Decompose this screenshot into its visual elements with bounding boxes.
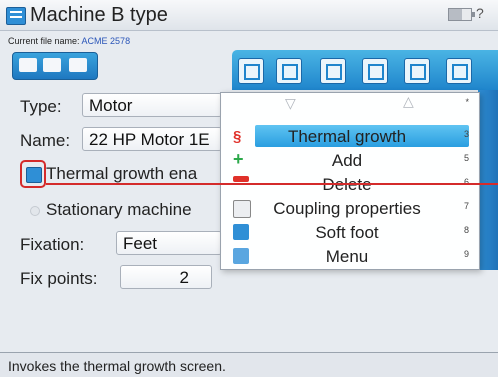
- menu-item-label: Add: [331, 151, 363, 170]
- stationary-label: Stationary machine: [46, 200, 192, 219]
- window-title: Machine B type: [30, 4, 168, 26]
- machine-select-icon[interactable]: [19, 58, 37, 72]
- application-window: Machine B type ? Current file name: ACME…: [0, 0, 498, 377]
- toolbar-results-icon[interactable]: [362, 58, 388, 84]
- menu-item-key: 3: [463, 129, 469, 139]
- menu-item-menu[interactable]: Menu 9: [221, 245, 477, 269]
- stationary-radio[interactable]: [30, 206, 40, 216]
- delete-icon: [233, 176, 249, 182]
- menu-top-key: *: [465, 97, 469, 107]
- fixation-field[interactable]: Feet: [116, 231, 222, 255]
- menu-item-label: Soft foot: [315, 223, 379, 242]
- help-icon[interactable]: ?: [476, 5, 484, 21]
- scroll-up-right-icon: △: [403, 93, 414, 109]
- menu-item-key: 8: [463, 225, 469, 235]
- type-label: Type:: [20, 97, 62, 116]
- menu-item-soft-foot[interactable]: Soft foot 8: [221, 221, 477, 245]
- name-label: Name:: [20, 131, 71, 150]
- fix-points-label: Fix points:: [20, 269, 98, 288]
- file-name: ACME 2578: [81, 36, 131, 46]
- fixation-label: Fixation:: [20, 235, 85, 254]
- menu-item-delete[interactable]: Delete 6: [221, 173, 477, 197]
- type-field[interactable]: Motor: [82, 93, 222, 117]
- menu-item-add[interactable]: + Add 5: [221, 149, 477, 173]
- title-bar: Machine B type ?: [0, 0, 498, 31]
- thermal-growth-icon: §: [233, 128, 242, 145]
- toolbar-wave-icon[interactable]: [404, 58, 430, 84]
- context-menu: ▽ △ * § Thermal growth 3 + Add 5 Delete …: [220, 92, 480, 270]
- machine-toolbar: [12, 52, 98, 80]
- menu-item-thermal-growth[interactable]: § Thermal growth 3: [221, 125, 477, 149]
- name-field[interactable]: 22 HP Motor 1E: [82, 127, 222, 151]
- menu-item-label: Menu: [325, 247, 369, 266]
- side-strip: [478, 90, 498, 270]
- file-label: Current file name:: [8, 36, 80, 46]
- thermal-growth-checkbox[interactable]: [26, 167, 42, 183]
- callout-line: [46, 183, 498, 185]
- menu-item-label: Delete: [257, 175, 437, 195]
- toolbar-edit-icon[interactable]: [446, 58, 472, 84]
- coupling-icon: [233, 200, 251, 218]
- scroll-up-left-icon: ▽: [285, 95, 296, 111]
- fix-points-field[interactable]: 2: [120, 265, 212, 289]
- machine-b-icon[interactable]: [69, 58, 87, 72]
- file-info: Current file name: ACME 2578: [8, 36, 130, 46]
- menu-top-row: ▽ △ *: [221, 93, 477, 117]
- menu-item-key: 6: [463, 177, 469, 187]
- coupling-select-icon[interactable]: [43, 58, 61, 72]
- soft-foot-icon: [233, 224, 249, 240]
- add-icon: +: [233, 149, 244, 169]
- menu-item-label: Thermal growth: [287, 127, 407, 146]
- menu-item-key: 7: [463, 201, 469, 211]
- thermal-growth-label: Thermal growth ena: [46, 164, 198, 183]
- menu-item-coupling-properties[interactable]: Coupling properties 7: [221, 197, 477, 221]
- battery-icon: [448, 8, 475, 21]
- menu-item-label: Coupling properties: [273, 199, 421, 218]
- toolbar-measure-icon[interactable]: [320, 58, 346, 84]
- menu-item-key: 5: [463, 153, 469, 163]
- status-text: Invokes the thermal growth screen.: [8, 358, 226, 374]
- menu-item-key: 9: [463, 249, 469, 259]
- toolbar-grid-icon[interactable]: [276, 58, 302, 84]
- app-icon: [6, 7, 26, 25]
- status-bar: Invokes the thermal growth screen.: [0, 352, 498, 377]
- menu-icon: [233, 248, 249, 264]
- toolbar-dimensions-icon[interactable]: [238, 58, 264, 84]
- top-toolbar: [232, 50, 498, 90]
